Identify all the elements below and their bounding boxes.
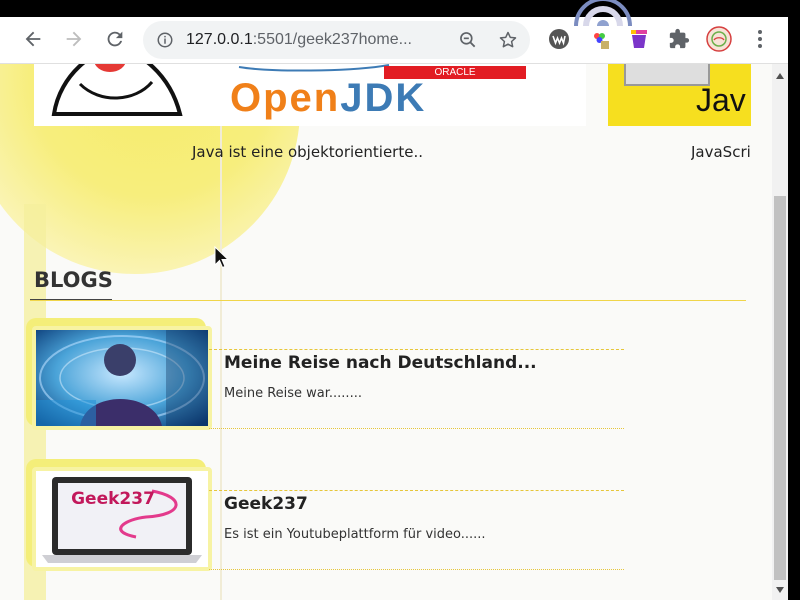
triangle-down-icon	[776, 587, 784, 593]
zoom-out-icon[interactable]	[458, 30, 478, 50]
blog-photo-image	[36, 330, 208, 426]
blog-title[interactable]: Geek237	[224, 494, 308, 514]
url-path: :5501/geek237home...	[252, 31, 412, 48]
arrow-left-icon	[25, 31, 41, 47]
blog-item[interactable]: Geek237 Geek237 Es ist ein Youtubeplattf…	[26, 459, 626, 575]
url-host: 127.0.0.1	[186, 31, 253, 48]
javascript-card-caption: JavaScrip	[691, 143, 751, 161]
blog-excerpt: Meine Reise war........	[224, 386, 362, 401]
paint-bucket-button[interactable]	[626, 26, 652, 52]
puzzle-icon	[669, 28, 690, 49]
triangle-up-icon	[776, 73, 784, 79]
openjdk-swirl-icon	[238, 64, 390, 72]
forward-button[interactable]	[59, 24, 89, 54]
mouse-cursor-icon	[214, 246, 230, 269]
blog-thumbnail[interactable]	[32, 326, 212, 430]
javascript-card-image[interactable]: Jav	[608, 64, 751, 126]
browser-menu-button[interactable]	[747, 26, 773, 52]
arrow-right-icon	[66, 31, 82, 47]
color-picker-button[interactable]	[587, 26, 613, 52]
blog-title[interactable]: Meine Reise nach Deutschland...	[224, 353, 537, 373]
back-button[interactable]	[18, 24, 48, 54]
reload-button[interactable]	[100, 24, 130, 54]
blog-bottom-rule	[209, 569, 624, 570]
blogs-heading: BLOGS	[34, 268, 113, 292]
scroll-down-button[interactable]	[772, 582, 788, 598]
page-viewport: ORACLE OpenJDK Java ist eine objektorien…	[0, 64, 772, 600]
browser-toolbar: 127.0.0.1:5501/geek237home...	[0, 17, 788, 64]
wave-extension-button[interactable]	[546, 26, 572, 52]
scroll-up-button[interactable]	[772, 68, 788, 84]
url-text[interactable]: 127.0.0.1:5501/geek237home...	[186, 31, 412, 49]
info-icon[interactable]	[156, 31, 174, 49]
page-scrollbar[interactable]	[772, 64, 788, 600]
wave-extension-icon	[549, 29, 569, 49]
java-duke-mascot-icon	[51, 64, 183, 116]
geek237-logo-text: Geek237	[71, 489, 155, 509]
java-card-caption: Java ist eine objektorientierte..	[192, 143, 423, 161]
paint-bucket-icon	[631, 30, 647, 48]
blog-top-rule	[209, 490, 624, 491]
blog-bottom-rule	[209, 428, 624, 429]
laptop-image	[36, 471, 208, 567]
blog-excerpt: Es ist ein Youtubeplattform für video...…	[224, 527, 486, 542]
blog-top-rule	[209, 349, 624, 350]
profile-avatar-icon	[706, 26, 732, 52]
address-bar[interactable]: 127.0.0.1:5501/geek237home...	[143, 21, 530, 59]
screen-capture-widget-icon[interactable]	[570, 0, 636, 26]
color-picker-icon	[594, 33, 609, 49]
section-divider	[30, 300, 746, 301]
java-card-image[interactable]: ORACLE OpenJDK	[34, 64, 586, 126]
openjdk-logo: OpenJDK	[230, 76, 427, 120]
star-icon[interactable]	[498, 30, 518, 50]
extensions-button[interactable]	[666, 26, 692, 52]
blog-item[interactable]: Meine Reise nach Deutschland... Meine Re…	[26, 318, 626, 434]
profile-button[interactable]	[706, 26, 732, 52]
kebab-menu-icon	[758, 30, 762, 48]
reload-icon	[107, 31, 123, 47]
scrollbar-thumb[interactable]	[774, 196, 786, 580]
blog-thumbnail[interactable]: Geek237	[32, 467, 212, 571]
javascript-logo-text: Jav	[696, 82, 746, 118]
